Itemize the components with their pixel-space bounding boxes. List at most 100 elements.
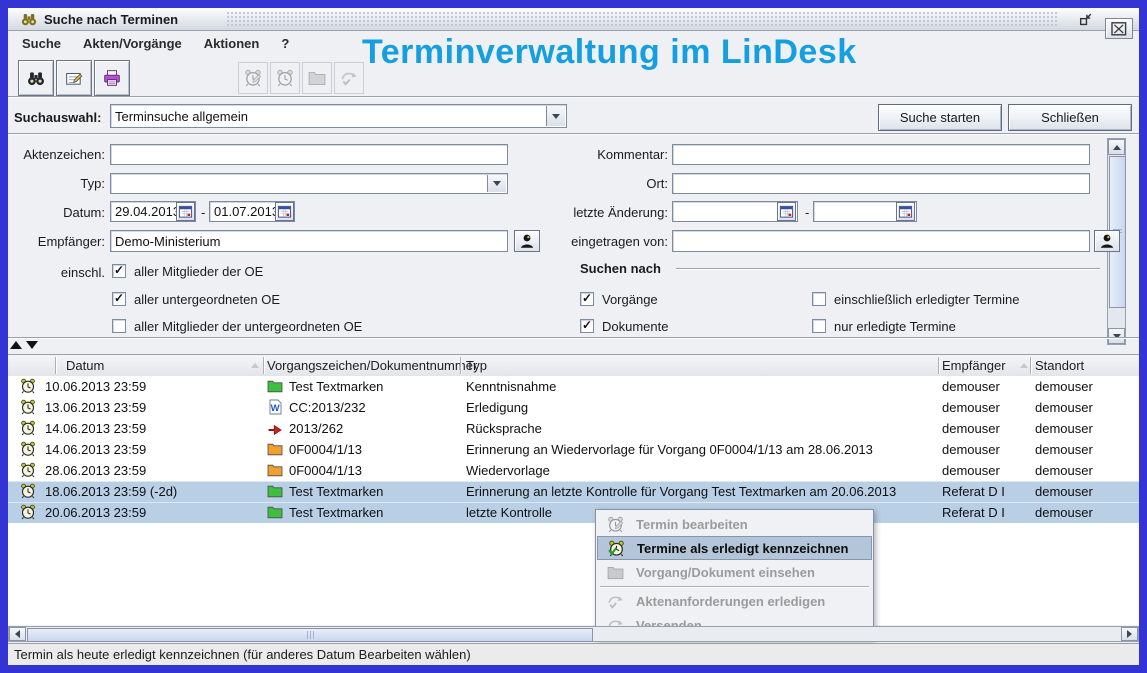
calendar-icon xyxy=(277,204,292,219)
column-separator xyxy=(1030,357,1031,374)
datum-label: Datum: xyxy=(0,205,105,220)
menu-item-label: Termin bearbeiten xyxy=(636,517,748,532)
search-binoculars-icon xyxy=(27,69,45,87)
edit-appointment-button xyxy=(238,62,268,94)
chevron-down-icon[interactable] xyxy=(546,106,565,126)
cell-standort: demouser xyxy=(1035,442,1093,457)
splitter-toggle[interactable] xyxy=(10,341,38,349)
titlebar[interactable]: Suche nach Terminen xyxy=(8,8,1139,31)
table-row[interactable]: 28.06.2013 23:59 0F0004/1/13 Wiedervorla… xyxy=(8,460,1139,481)
alarm-check-icon xyxy=(608,540,625,557)
chevron-down-icon[interactable] xyxy=(487,175,506,192)
datum-separator: - xyxy=(201,205,205,220)
check-mark: ✓ xyxy=(582,292,592,304)
menu-item-termine-erledigt[interactable]: Termine als erledigt kennzeichnen xyxy=(597,536,872,560)
collapse-down-icon[interactable] xyxy=(26,341,38,349)
cell-datum: 14.06.2013 23:59 xyxy=(45,442,146,457)
word-document-icon xyxy=(267,399,283,415)
sort-icon xyxy=(251,363,259,368)
column-header-vorgangszeichen[interactable]: Vorgangszeichen/Dokumentnummer xyxy=(267,358,477,373)
results-table: 10.06.2013 23:59 Test Textmarken Kenntni… xyxy=(8,376,1139,625)
ort-input[interactable] xyxy=(672,173,1090,194)
scroll-up-icon[interactable] xyxy=(1108,139,1125,155)
scroll-right-icon[interactable] xyxy=(1121,627,1138,641)
send-button xyxy=(334,62,364,94)
record-folder-icon xyxy=(308,69,326,87)
checkbox-untergeordnete-oe[interactable]: ✓ xyxy=(112,292,126,306)
appointment-done-button xyxy=(270,62,300,94)
cell-empfaenger: Referat D I xyxy=(942,505,1005,520)
eingetragen-picker-button[interactable] xyxy=(1094,230,1120,252)
suchauswahl-combobox[interactable]: Terminsuche allgemein xyxy=(110,104,567,128)
aenderung-to-calendar-button[interactable] xyxy=(896,202,915,221)
eingetragen-von-label: eingetragen von: xyxy=(520,234,668,249)
checkbox-label: nur erledigte Termine xyxy=(834,319,956,334)
check-mark: ✓ xyxy=(582,319,592,331)
cell-vorgang: Test Textmarken xyxy=(289,484,383,499)
alarm-clock-icon xyxy=(20,420,36,436)
table-header: Datum Vorgangszeichen/Dokumentnummer Typ… xyxy=(8,354,1139,377)
calendar-icon xyxy=(779,204,794,219)
scroll-down-icon[interactable] xyxy=(1108,328,1125,344)
menu-hilfe[interactable]: ? xyxy=(281,36,289,51)
datum-to-calendar-button[interactable] xyxy=(275,202,294,221)
orange-folder-icon xyxy=(267,462,283,478)
table-row[interactable]: 13.06.2013 23:59 CC:2013/232 Erledigung … xyxy=(8,397,1139,418)
checkbox-einschliesslich-erledigter[interactable] xyxy=(812,292,826,306)
context-menu: Termin bearbeiten Termine als erledigt k… xyxy=(595,509,874,640)
column-header-standort[interactable]: Standort xyxy=(1035,358,1084,373)
cell-standort: demouser xyxy=(1035,484,1093,499)
schliessen-button[interactable]: Schließen xyxy=(1008,104,1132,131)
collapse-up-icon[interactable] xyxy=(10,341,22,349)
toolbar xyxy=(8,56,1139,96)
checkbox-dokumente[interactable]: ✓ xyxy=(580,319,594,333)
menu-aktionen[interactable]: Aktionen xyxy=(204,36,260,51)
eingetragen-von-input[interactable] xyxy=(672,230,1090,252)
checkbox-alle-mitglieder-oe[interactable]: ✓ xyxy=(112,264,126,278)
cell-vorgang: Test Textmarken xyxy=(289,379,383,394)
cell-typ: Rücksprache xyxy=(466,421,542,436)
print-icon xyxy=(103,69,121,87)
red-arrow-document-icon xyxy=(267,420,283,436)
kommentar-input[interactable] xyxy=(672,144,1090,165)
menu-suche[interactable]: Suche xyxy=(22,36,61,51)
empfaenger-value: Demo-Ministerium xyxy=(115,234,220,249)
cell-datum: 28.06.2013 23:59 xyxy=(45,463,146,478)
cell-typ: Kenntnisnahme xyxy=(466,379,556,394)
table-row[interactable]: 14.06.2013 23:59 2013/262 Rücksprache de… xyxy=(8,418,1139,439)
table-row[interactable]: 14.06.2013 23:59 0F0004/1/13 Erinnerung … xyxy=(8,439,1139,460)
checkbox-label: Dokumente xyxy=(602,319,668,334)
print-button[interactable] xyxy=(94,60,130,96)
column-header-typ[interactable]: Typ xyxy=(466,358,487,373)
typ-label: Typ: xyxy=(0,176,105,191)
search-button[interactable] xyxy=(18,60,54,96)
column-header-datum[interactable]: Datum xyxy=(66,358,104,373)
empfaenger-input[interactable]: Demo-Ministerium xyxy=(110,230,508,252)
edit-search-button[interactable] xyxy=(56,60,92,96)
scrollbar-thumb[interactable] xyxy=(27,628,593,642)
table-row-selected[interactable]: 20.06.2013 23:59 Test Textmarken letzte … xyxy=(8,502,1139,523)
separator xyxy=(8,96,1139,98)
typ-combobox[interactable] xyxy=(110,173,508,194)
titlebar-texture xyxy=(226,11,1059,27)
restore-icon[interactable] xyxy=(1078,12,1093,27)
table-row-selected[interactable]: 18.06.2013 23:59 (-2d) Test Textmarken E… xyxy=(8,481,1139,502)
menu-item-termin-bearbeiten: Termin bearbeiten xyxy=(597,512,872,536)
datum-from-calendar-button[interactable] xyxy=(176,202,195,221)
checkbox-mitglieder-untergeordnete-oe[interactable] xyxy=(112,319,126,333)
green-folder-icon xyxy=(267,378,283,394)
scroll-left-icon[interactable] xyxy=(9,627,26,641)
cell-empfaenger: Referat D I xyxy=(942,484,1005,499)
checkbox-vorgaenge[interactable]: ✓ xyxy=(580,292,594,306)
table-horizontal-scrollbar[interactable] xyxy=(8,626,1139,642)
cell-typ: Erinnerung an letzte Kontrolle für Vorga… xyxy=(466,484,896,499)
aenderung-from-calendar-button[interactable] xyxy=(777,202,796,221)
menu-akten-vorgaenge[interactable]: Akten/Vorgänge xyxy=(83,36,182,51)
checkbox-label: Vorgänge xyxy=(602,292,658,307)
table-row[interactable]: 10.06.2013 23:59 Test Textmarken Kenntni… xyxy=(8,376,1139,397)
column-header-empfaenger[interactable]: Empfänger xyxy=(942,358,1006,373)
suche-starten-button[interactable]: Suche starten xyxy=(878,104,1002,131)
aktenzeichen-input[interactable] xyxy=(110,144,508,165)
sort-icon xyxy=(1020,363,1028,368)
checkbox-nur-erledigte[interactable] xyxy=(812,319,826,333)
